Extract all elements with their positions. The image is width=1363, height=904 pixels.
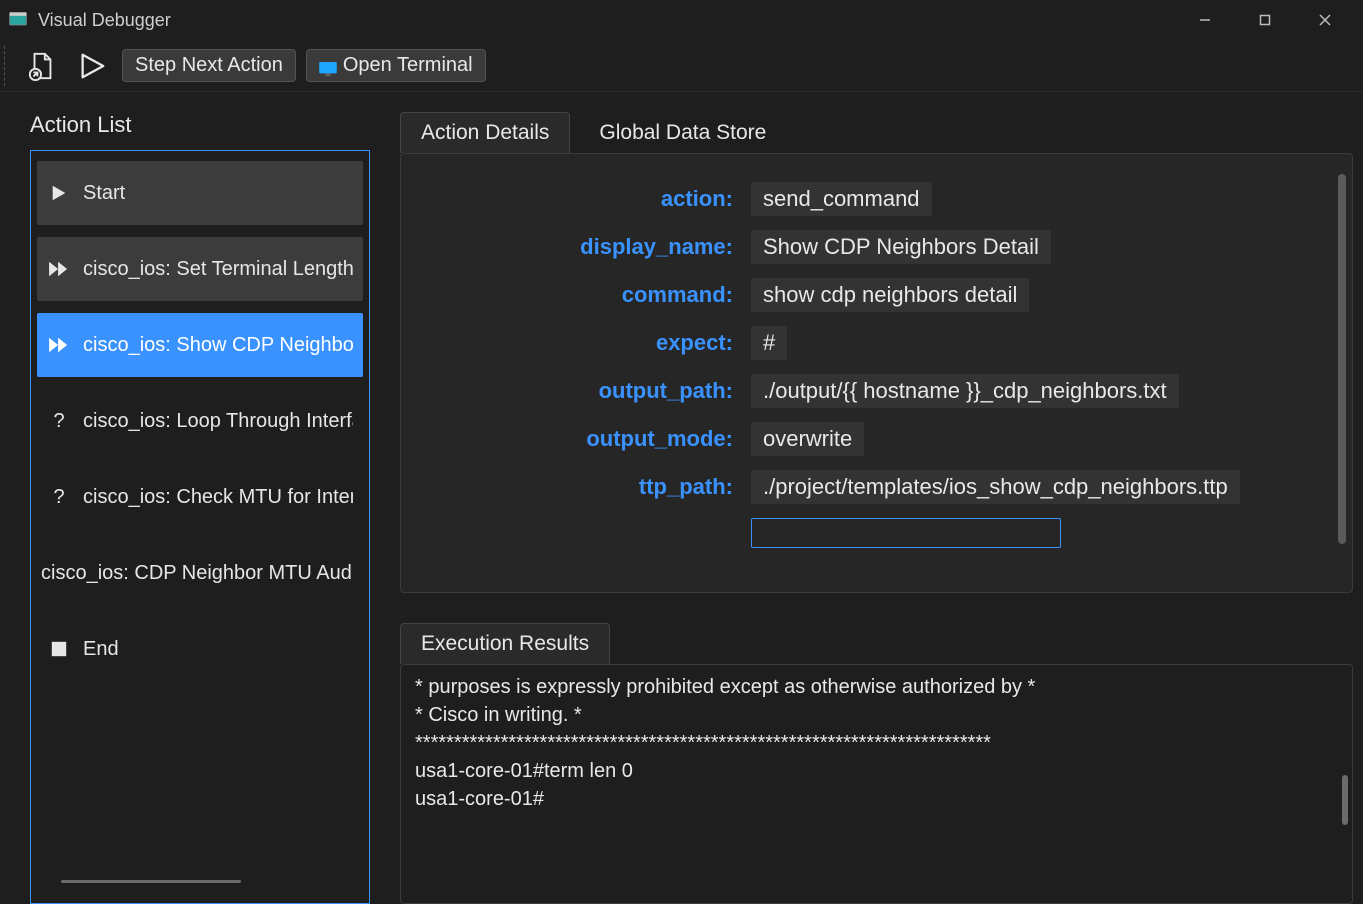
action-list-item-label: End	[83, 638, 119, 661]
details-value[interactable]: show cdp neighbors detail	[751, 278, 1029, 312]
close-button[interactable]	[1295, 0, 1355, 40]
app-icon	[8, 10, 28, 30]
horizontal-scrollbar[interactable]	[61, 880, 241, 883]
exec-scrollbar[interactable]	[1342, 775, 1348, 825]
toolbar-grip[interactable]	[4, 46, 10, 86]
titlebar: Visual Debugger	[0, 0, 1363, 40]
run-icon[interactable]	[72, 46, 112, 86]
action-list-item[interactable]: cisco_ios: Show CDP Neighbors Detail	[37, 313, 363, 377]
action-list-item-label: cisco_ios: Show CDP Neighbors Detail	[83, 334, 353, 357]
details-key: command:	[431, 282, 751, 308]
details-row: action:send_command	[431, 182, 1322, 216]
monitor-icon	[319, 59, 337, 73]
open-terminal-label: Open Terminal	[343, 54, 473, 77]
action-details-panel: action:send_commanddisplay_name:Show CDP…	[400, 153, 1353, 593]
q-icon: ?	[47, 486, 71, 509]
main-area: Action List Start cisco_ios: Set Terminal…	[0, 92, 1363, 904]
details-row: output_mode:overwrite	[431, 422, 1322, 456]
open-file-icon[interactable]	[22, 46, 62, 86]
ffwd-icon	[47, 336, 71, 354]
exec-tabs: Execution Results	[400, 623, 1353, 664]
details-row: expect:#	[431, 326, 1322, 360]
details-key: expect:	[431, 330, 751, 356]
details-value[interactable]: Show CDP Neighbors Detail	[751, 230, 1051, 264]
action-list-item[interactable]: cisco_ios: CDP Neighbor MTU Audit	[37, 541, 363, 605]
details-row: output_path:./output/{{ hostname }}_cdp_…	[431, 374, 1322, 408]
details-row: display_name:Show CDP Neighbors Detail	[431, 230, 1322, 264]
action-list-item-label: Start	[83, 182, 125, 205]
tab-global-data-store[interactable]: Global Data Store	[578, 112, 787, 153]
step-next-action-button[interactable]: Step Next Action	[122, 49, 296, 82]
window-controls	[1175, 0, 1355, 40]
details-key: action:	[431, 186, 751, 212]
details-key: output_mode:	[431, 426, 751, 452]
action-list-item-label: cisco_ios: Loop Through Interfaces	[83, 410, 353, 433]
window-title: Visual Debugger	[38, 10, 171, 31]
q-icon: ?	[47, 410, 71, 433]
details-value[interactable]: ./output/{{ hostname }}_cdp_neighbors.tx…	[751, 374, 1179, 408]
action-list-item[interactable]: ? cisco_ios: Loop Through Interfaces	[37, 389, 363, 453]
minimize-button[interactable]	[1175, 0, 1235, 40]
action-list-panel: Action List Start cisco_ios: Set Terminal…	[30, 112, 370, 904]
toolbar: Step Next Action Open Terminal	[0, 40, 1363, 92]
execution-results-panel: * purposes is expressly prohibited excep…	[400, 664, 1353, 904]
tab-action-details[interactable]: Action Details	[400, 112, 570, 153]
action-list-item-label: cisco_ios: CDP Neighbor MTU Audit	[41, 562, 353, 585]
play-icon	[47, 184, 71, 202]
action-list-item-label: cisco_ios: Set Terminal Length	[83, 258, 353, 281]
step-next-action-label: Step Next Action	[135, 54, 283, 77]
action-list[interactable]: Start cisco_ios: Set Terminal Length cisco…	[30, 150, 370, 904]
open-terminal-button[interactable]: Open Terminal	[306, 49, 486, 82]
action-list-item[interactable]: ? cisco_ios: Check MTU for Interface	[37, 465, 363, 529]
exec-line: * purposes is expressly prohibited excep…	[415, 673, 1338, 701]
exec-line: ****************************************…	[415, 729, 1338, 757]
details-scrollbar[interactable]	[1338, 174, 1346, 544]
details-value[interactable]: send_command	[751, 182, 932, 216]
details-value[interactable]: ./project/templates/ios_show_cdp_neighbo…	[751, 470, 1240, 504]
details-value[interactable]: overwrite	[751, 422, 864, 456]
exec-line: * Cisco in writing. *	[415, 701, 1338, 729]
details-value[interactable]: #	[751, 326, 787, 360]
details-key: display_name:	[431, 234, 751, 260]
maximize-button[interactable]	[1235, 0, 1295, 40]
details-row: ttp_path:./project/templates/ios_show_cd…	[431, 470, 1322, 504]
action-list-item[interactable]: Start	[37, 161, 363, 225]
action-list-item[interactable]: cisco_ios: Set Terminal Length	[37, 237, 363, 301]
details-key: output_path:	[431, 378, 751, 404]
right-panel: Action Details Global Data Store action:…	[400, 112, 1363, 904]
details-row: command:show cdp neighbors detail	[431, 278, 1322, 312]
exec-line: usa1-core-01#	[415, 785, 1338, 813]
action-list-heading: Action List	[30, 112, 370, 138]
action-list-item[interactable]: End	[37, 617, 363, 681]
tab-execution-results[interactable]: Execution Results	[400, 623, 610, 664]
action-list-item-label: cisco_ios: Check MTU for Interface	[83, 486, 353, 509]
exec-line: usa1-core-01#term len 0	[415, 757, 1338, 785]
details-input[interactable]	[751, 518, 1061, 548]
details-key: ttp_path:	[431, 474, 751, 500]
stop-icon	[47, 640, 71, 658]
details-tabs: Action Details Global Data Store	[400, 112, 1353, 153]
ffwd-icon	[47, 260, 71, 278]
